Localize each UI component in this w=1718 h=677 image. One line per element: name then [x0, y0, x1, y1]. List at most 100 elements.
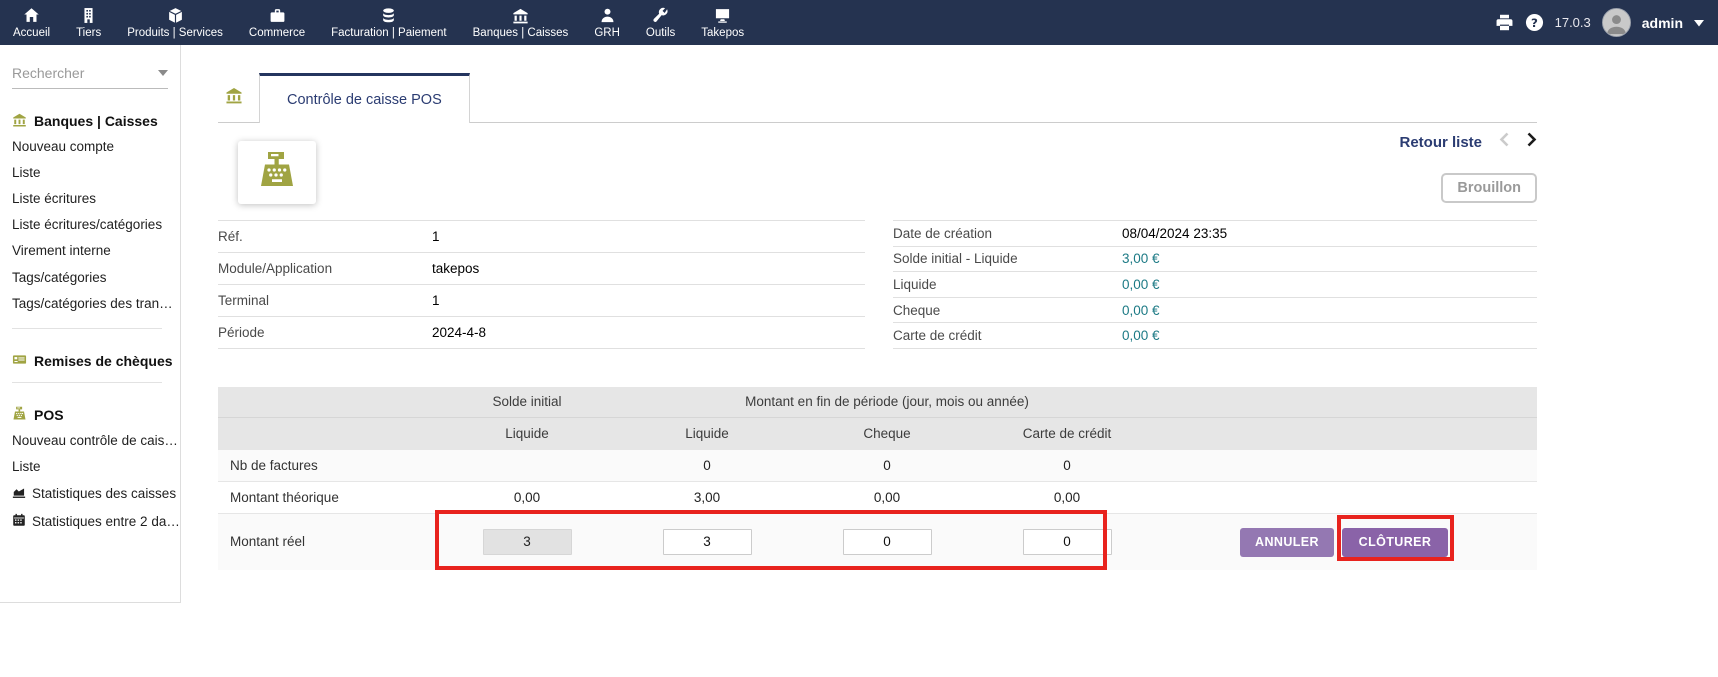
field-label: Carte de crédit: [893, 323, 1122, 349]
row-label: Nb de factures: [218, 458, 437, 473]
row-label: Montant théorique: [218, 490, 437, 505]
calendar-icon: [12, 513, 26, 530]
object-icon-card: [238, 141, 316, 204]
montant-reel-cheque-input[interactable]: [843, 529, 932, 555]
cash-register-icon: [12, 406, 27, 424]
sidebar-item-label: Virement interne: [12, 243, 111, 258]
nav-item-label: Takepos: [701, 27, 744, 39]
building-icon: [80, 7, 97, 24]
sidebar-item-liste-ecritures[interactable]: Liste écritures: [12, 185, 174, 211]
sidebar-item-label: Liste écritures: [12, 191, 96, 206]
chevron-down-icon[interactable]: [1694, 14, 1704, 32]
top-menu-bar: Accueil Tiers Produits | Services Commer…: [0, 0, 1718, 45]
nav-item-label: Commerce: [249, 27, 305, 39]
table-row-montant-reel: Montant réel ANNULER CLÔTURER: [218, 513, 1537, 570]
nav-item-takepos[interactable]: Takepos: [688, 0, 757, 45]
nav-item-label: Facturation | Paiement: [331, 27, 447, 39]
table-header-groups: Solde initial Montant en fin de période …: [218, 387, 1537, 418]
print-icon[interactable]: [1495, 13, 1514, 32]
nav-item-label: Banques | Caisses: [473, 27, 569, 39]
column-header: Cheque: [797, 426, 977, 441]
sidebar-section-pos[interactable]: POS: [12, 406, 174, 424]
nav-item-accueil[interactable]: Accueil: [0, 0, 63, 45]
sidebar-item-tags-categories-transactions[interactable]: Tags/catégories des tran…: [12, 290, 174, 316]
chevron-down-icon[interactable]: [158, 70, 168, 76]
nav-item-banques-caisses[interactable]: Banques | Caisses: [460, 0, 582, 45]
row-label: Montant réel: [218, 534, 437, 549]
sidebar-item-label: Liste: [12, 459, 41, 474]
table-header-columns: Liquide Liquide Cheque Carte de crédit: [218, 418, 1537, 449]
user-name[interactable]: admin: [1642, 15, 1683, 31]
coins-icon: [380, 7, 397, 24]
bank-icon: [12, 112, 27, 130]
cloturer-button[interactable]: CLÔTURER: [1342, 528, 1448, 557]
nav-item-facturation-paiement[interactable]: Facturation | Paiement: [318, 0, 460, 45]
sidebar-section-remises-cheques[interactable]: Remises de chèques: [12, 352, 174, 370]
fields-right-table: Date de création08/04/2024 23:35 Solde i…: [893, 220, 1537, 349]
divider: [12, 328, 162, 329]
nav-item-label: GRH: [594, 27, 620, 39]
nav-item-outils[interactable]: Outils: [633, 0, 688, 45]
table-row-montant-theorique: Montant théorique 0,00 3,00 0,00 0,00: [218, 481, 1537, 513]
sidebar-item-statistiques-caisses[interactable]: Statistiques des caisses: [12, 480, 174, 508]
home-icon: [23, 7, 40, 24]
briefcase-icon: [269, 7, 286, 24]
annuler-button[interactable]: ANNULER: [1240, 528, 1334, 557]
montant-reel-liquide-input[interactable]: [663, 529, 752, 555]
wrench-icon: [652, 7, 669, 24]
column-header: Carte de crédit: [977, 426, 1157, 441]
back-to-list-link[interactable]: Retour liste: [1399, 134, 1482, 151]
left-sidebar: Banques | Caisses Nouveau compte Liste L…: [0, 45, 181, 603]
cash-register-icon: [257, 150, 297, 195]
nav-item-produits-services[interactable]: Produits | Services: [114, 0, 236, 45]
products-icon: [167, 7, 184, 24]
chart-icon: [12, 485, 26, 502]
sidebar-item-pos-liste[interactable]: Liste: [12, 454, 174, 480]
field-row: Période2024-4-8: [218, 316, 865, 348]
svg-text:?: ?: [1531, 16, 1538, 30]
sidebar-item-nouveau-controle-caisse[interactable]: Nouveau contrôle de cais…: [12, 427, 174, 453]
sidebar-item-statistiques-entre-2-dates[interactable]: Statistiques entre 2 da…: [12, 508, 174, 536]
field-label: Date de création: [893, 221, 1122, 247]
sidebar-item-liste[interactable]: Liste: [12, 159, 174, 185]
cell-value: 0: [977, 458, 1157, 473]
sidebar-item-liste-ecritures-categories[interactable]: Liste écritures/catégories: [12, 212, 174, 238]
field-value: 2024-4-8: [432, 316, 865, 348]
sidebar-search: [12, 65, 168, 89]
montant-reel-carte-credit-input[interactable]: [1023, 529, 1112, 555]
tab-label: Contrôle de caisse POS: [287, 92, 442, 108]
field-value: 1: [432, 284, 865, 316]
nav-item-tiers[interactable]: Tiers: [63, 0, 114, 45]
chevron-right-icon[interactable]: [1526, 131, 1537, 153]
nav-item-grh[interactable]: GRH: [581, 0, 633, 45]
tab-controle-de-caisse-pos[interactable]: Contrôle de caisse POS: [259, 73, 470, 123]
sidebar-item-virement-interne[interactable]: Virement interne: [12, 238, 174, 264]
cell-value: 0,00: [977, 490, 1157, 505]
sidebar-section-banques-caisses[interactable]: Banques | Caisses: [12, 112, 174, 130]
field-label: Terminal: [218, 284, 432, 316]
table-row-nb-factures: Nb de factures 0 0 0: [218, 449, 1537, 481]
check-deposit-icon: [12, 352, 27, 370]
field-row: Carte de crédit0,00 €: [893, 323, 1537, 349]
topbar-right-tools: ? 17.0.3 admin: [1495, 0, 1718, 45]
nav-item-label: Accueil: [13, 27, 50, 39]
field-value-amount: 3,00 €: [1122, 246, 1537, 272]
help-icon[interactable]: ?: [1525, 13, 1544, 32]
sidebar-item-label: Liste: [12, 165, 41, 180]
column-header: Liquide: [437, 426, 617, 441]
chevron-left-icon: [1499, 131, 1510, 153]
field-value-amount: 0,00 €: [1122, 323, 1537, 349]
field-value: 1: [432, 221, 865, 253]
sidebar-item-nouveau-compte[interactable]: Nouveau compte: [12, 133, 174, 159]
field-row: Liquide0,00 €: [893, 272, 1537, 298]
nav-item-label: Outils: [646, 27, 675, 39]
cell-value: 0,00: [797, 490, 977, 505]
cell-value: 0: [617, 458, 797, 473]
search-input[interactable]: [12, 65, 158, 81]
nav-item-commerce[interactable]: Commerce: [236, 0, 318, 45]
cell-value: 0,00: [437, 490, 617, 505]
user-avatar[interactable]: [1602, 8, 1631, 37]
sidebar-item-label: Nouveau compte: [12, 139, 114, 154]
sidebar-item-tags-categories[interactable]: Tags/catégories: [12, 264, 174, 290]
montant-reel-solde-initial-input: [483, 529, 572, 555]
